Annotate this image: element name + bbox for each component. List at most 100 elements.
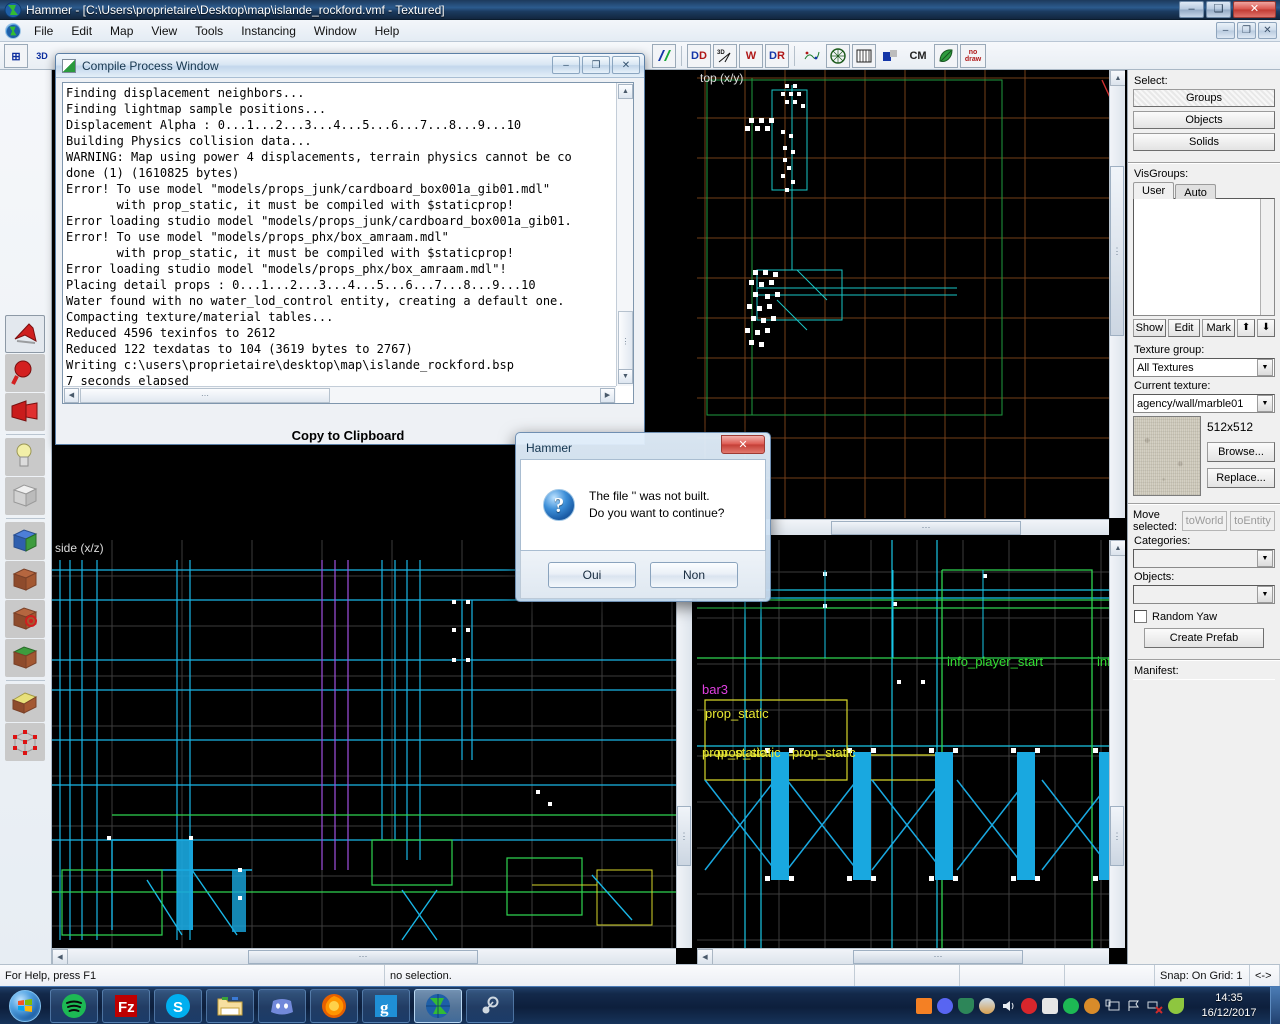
manifest-listbox[interactable] (1133, 679, 1275, 859)
tab-user[interactable]: User (1133, 182, 1175, 199)
scroll-left-arrow-front[interactable]: ◀ (697, 948, 713, 964)
compile-maximize-button[interactable]: ❐ (582, 56, 610, 74)
selection-tool[interactable] (5, 315, 45, 353)
tray-discord-icon[interactable] (937, 998, 953, 1014)
compile-close-button[interactable]: ✕ (612, 56, 640, 74)
viewport-front-vscrollbar[interactable]: ▲ ⋮ (1109, 540, 1125, 948)
compile-hscroll-left-arrow[interactable]: ◀ (64, 387, 79, 403)
compile-log-hscrollbar[interactable]: ◀ ⋯ ▶ (63, 386, 616, 403)
cordon-icon[interactable] (800, 44, 824, 68)
texture-lock-icon[interactable] (652, 44, 676, 68)
taskbar-garrysmod[interactable]: g (362, 988, 410, 1023)
scroll-thumb-side-v[interactable]: ⋮ (677, 806, 691, 866)
maximize-button[interactable]: ❑ (1206, 1, 1231, 18)
scroll-thumb-front[interactable]: ⋯ (853, 949, 1023, 964)
texture-replace-button[interactable]: Replace... (1207, 468, 1275, 488)
scroll-thumb[interactable]: ⋯ (831, 520, 1021, 535)
no-button[interactable]: Non (650, 561, 738, 588)
vertex-tool[interactable] (5, 723, 45, 761)
radius-icon[interactable]: DR (765, 44, 789, 68)
compile-process-window[interactable]: Compile Process Window – ❐ ✕ Finding dis… (55, 53, 645, 445)
mdi-minimize-button[interactable]: – (1216, 22, 1235, 39)
scroll-thumb-v[interactable]: ⋮ (1110, 166, 1124, 336)
grid-toggle-icon[interactable]: ⊞ (4, 44, 28, 68)
visgroups-scrollbar[interactable] (1260, 199, 1274, 315)
leaf-icon[interactable] (934, 44, 958, 68)
taskbar-clock[interactable]: 14:35 16/12/2017 (1192, 991, 1270, 1021)
texture-icon[interactable] (878, 44, 902, 68)
texture-group-combo[interactable]: All Textures ▼ (1133, 358, 1275, 377)
mdi-close-button[interactable]: ✕ (1258, 22, 1277, 39)
viewport-side-hscrollbar[interactable]: ◀ ⋯ (52, 948, 676, 964)
visgroups-show-button[interactable]: Show (1133, 319, 1166, 337)
3d-view-icon[interactable]: 3D (30, 44, 54, 68)
taskbar-steam[interactable] (466, 988, 514, 1023)
taskbar-spotify[interactable] (50, 988, 98, 1023)
texture-application-tool[interactable] (5, 522, 45, 560)
apply-texture-tool[interactable] (5, 561, 45, 599)
menu-instancing[interactable]: Instancing (232, 21, 305, 41)
current-texture-combo[interactable]: agency/wall/marble01 ▼ (1133, 394, 1275, 413)
select-solids-button[interactable]: Solids (1133, 133, 1275, 151)
tray-cloud-icon[interactable] (979, 998, 995, 1014)
grid-icon[interactable] (852, 44, 876, 68)
scroll-thumb-side[interactable]: ⋯ (248, 949, 478, 964)
tray-volume-icon[interactable] (1000, 998, 1016, 1014)
menu-map[interactable]: Map (101, 21, 142, 41)
menu-help[interactable]: Help (366, 21, 409, 41)
taskbar-hammer[interactable] (414, 988, 462, 1023)
camera-tool[interactable] (5, 393, 45, 431)
mdi-restore-button[interactable]: ❐ (1237, 22, 1256, 39)
compile-log-textarea[interactable]: Finding displacement neighbors... Findin… (62, 82, 634, 404)
compile-hscroll-thumb[interactable]: ⋯ (80, 387, 330, 403)
visgroups-move-down-button[interactable]: ⬇ (1257, 319, 1276, 337)
taskbar-skype[interactable]: S (154, 988, 202, 1023)
prefab-categories-combo[interactable]: ▼ (1133, 549, 1275, 568)
tray-malwarebytes-icon[interactable] (1021, 998, 1037, 1014)
taskbar-filezilla[interactable]: Fz (102, 988, 150, 1023)
globe-icon[interactable] (826, 44, 850, 68)
block-tool[interactable] (5, 477, 45, 515)
overlay-tool[interactable] (5, 639, 45, 677)
yes-button[interactable]: Oui (548, 561, 636, 588)
world-icon[interactable]: W (739, 44, 763, 68)
tray-display-icon[interactable] (1105, 998, 1121, 1014)
visgroups-move-up-button[interactable]: ⬆ (1237, 319, 1256, 337)
viewport-front-hscrollbar[interactable]: ◀ ⋯ (697, 948, 1109, 964)
close-button[interactable]: ✕ (1233, 1, 1276, 18)
menu-tools[interactable]: Tools (186, 21, 232, 41)
chevron-down-icon-2[interactable]: ▼ (1257, 395, 1273, 412)
scroll-thumb-front-v[interactable]: ⋮ (1110, 806, 1124, 866)
texture-preview-image[interactable] (1133, 416, 1201, 496)
minimize-button[interactable]: – (1179, 1, 1204, 18)
move-to-entity-button[interactable]: toEntity (1230, 511, 1275, 531)
move-to-world-button[interactable]: toWorld (1182, 511, 1227, 531)
create-prefab-button[interactable]: Create Prefab (1144, 628, 1264, 648)
compile-scroll-up-arrow[interactable]: ▲ (618, 84, 633, 99)
taskbar-explorer[interactable] (206, 988, 254, 1023)
tray-shield-icon[interactable] (958, 998, 974, 1014)
texture-browse-button[interactable]: Browse... (1207, 442, 1275, 462)
hammer-message-dialog[interactable]: Hammer ✕ ? The file '' was not built. Do… (515, 432, 771, 602)
scroll-up-arrow[interactable]: ▲ (1110, 70, 1125, 86)
menu-view[interactable]: View (142, 21, 186, 41)
compile-log-vscrollbar[interactable]: ▲ ⋮ ▼ (616, 83, 633, 386)
compile-hscroll-right-arrow[interactable]: ▶ (600, 387, 615, 403)
entity-tool[interactable] (5, 438, 45, 476)
tray-flag-icon[interactable] (1126, 998, 1142, 1014)
menu-file[interactable]: File (25, 21, 62, 41)
menu-window[interactable]: Window (305, 21, 366, 41)
compile-scroll-thumb[interactable]: ⋮ (618, 311, 633, 371)
chevron-down-icon-4[interactable]: ▼ (1257, 586, 1273, 603)
taskbar-discord[interactable] (258, 988, 306, 1023)
visgroups-mark-button[interactable]: Mark (1202, 319, 1236, 337)
visgroups-listbox[interactable] (1133, 198, 1275, 316)
clipping-tool[interactable] (5, 684, 45, 722)
select-groups-button[interactable]: Groups (1133, 89, 1275, 107)
tray-leaf-icon[interactable] (1168, 998, 1184, 1014)
tray-antivirus-icon[interactable] (1042, 998, 1058, 1014)
scroll-left-arrow-side[interactable]: ◀ (52, 948, 68, 964)
start-button[interactable] (2, 989, 48, 1023)
3d-grid-icon[interactable]: 3D (713, 44, 737, 68)
tray-spotify-icon[interactable] (1063, 998, 1079, 1014)
